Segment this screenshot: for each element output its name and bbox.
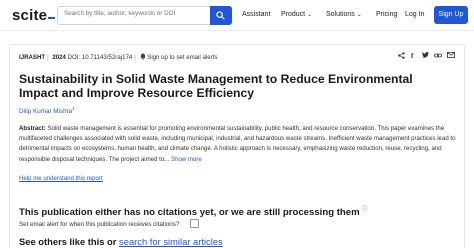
chevron-down-icon: ⌄ — [356, 12, 362, 18]
nav-product[interactable]: Product ⌄ — [281, 11, 312, 18]
bell-icon — [139, 53, 146, 62]
email-alert-link[interactable]: Sign up to set email alerts — [147, 54, 217, 61]
search-button[interactable] — [210, 6, 232, 25]
twitter-icon[interactable] — [422, 52, 429, 60]
link-icon[interactable] — [434, 52, 442, 61]
abstract-text: Solid waste management is essential for … — [19, 125, 456, 163]
paper-meta: IJRASHT | 2024 DOI: 10.71143/52raj174 | Si… — [19, 53, 218, 62]
top-navigation-bar: scite Assistant Product⌄ Solutions⌄ Pric… — [0, 0, 474, 31]
signup-button[interactable]: Sign Up — [434, 6, 468, 24]
login-button[interactable]: Log In — [405, 11, 424, 18]
citation-alert-checkbox[interactable] — [190, 219, 199, 228]
search-box[interactable] — [57, 6, 232, 25]
scite-logo[interactable]: scite — [12, 7, 56, 24]
search-icon — [216, 11, 225, 20]
help-understand-link[interactable]: Help me understand this report — [19, 175, 103, 182]
email-icon[interactable] — [447, 52, 455, 60]
citation-alert-label: Set email alert for when this publicatio… — [19, 221, 180, 228]
share-icon[interactable] — [398, 52, 405, 61]
search-similar-link[interactable]: search for similar articles — [119, 236, 223, 247]
paper-title: Sustainability in Solid Waste Management… — [19, 72, 413, 100]
nav-solutions[interactable]: Solutions ⌄ — [326, 11, 362, 18]
nav-assistant[interactable]: Assistant — [242, 11, 270, 18]
see-others-heading: See others like this or search for simil… — [19, 236, 223, 247]
search-input[interactable] — [64, 10, 204, 17]
chevron-down-icon: ⌄ — [307, 12, 313, 18]
doi-text[interactable]: DOI: 10.71143/52raj174 — [68, 54, 133, 61]
author-link[interactable]: Dilip Kumar Mishra1 — [19, 106, 75, 115]
publication-year: 2024 — [52, 54, 66, 61]
show-more-link[interactable]: Show more — [171, 156, 202, 163]
abstract-label: Abstract: — [19, 125, 46, 132]
abstract: Abstract: Solid waste management is esse… — [19, 124, 459, 165]
nav-pricing[interactable]: Pricing — [376, 11, 397, 18]
facebook-icon[interactable]: f — [411, 52, 413, 60]
citations-heading: This publication either has no citations… — [19, 207, 368, 218]
info-icon[interactable]: ⓘ — [360, 207, 367, 213]
journal-name[interactable]: IJRASHT — [19, 54, 45, 61]
